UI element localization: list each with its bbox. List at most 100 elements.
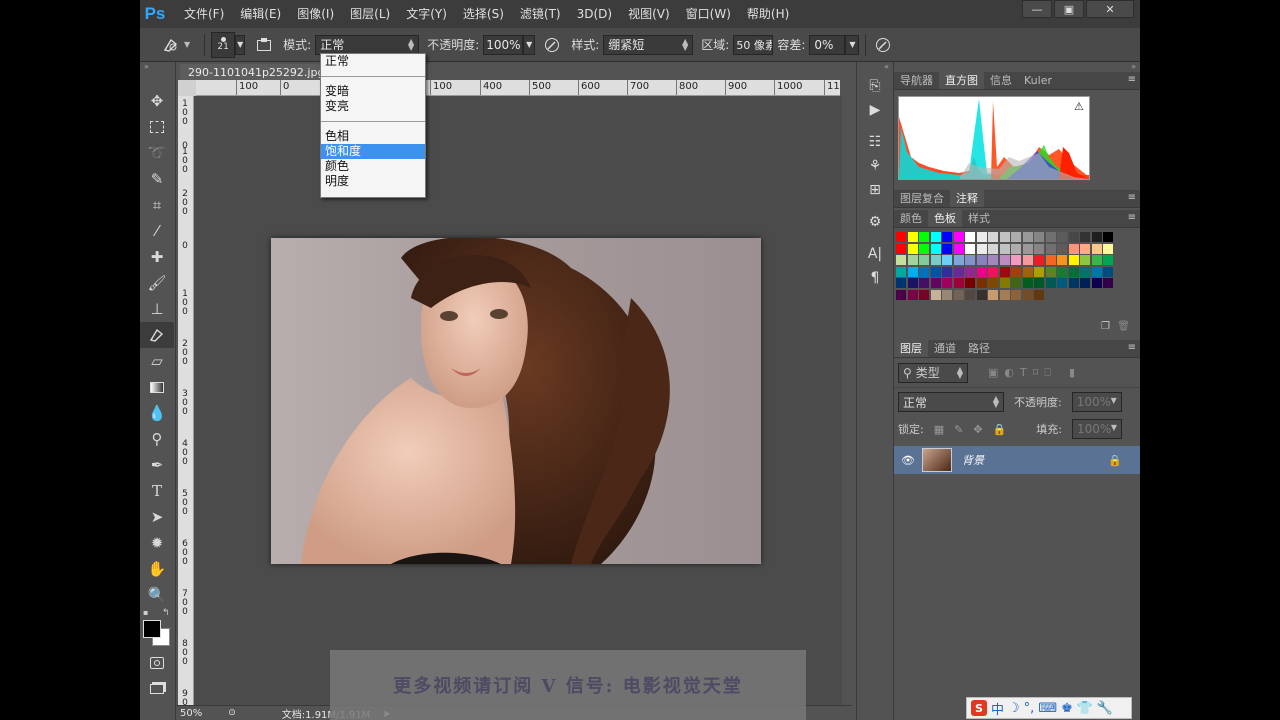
type-filter-icon[interactable]: T	[1020, 366, 1027, 379]
dodge-tool-icon[interactable]: ⚲	[140, 426, 174, 452]
color-swatch[interactable]	[930, 255, 941, 265]
panel-tab[interactable]: 样式	[962, 210, 996, 227]
minimize-button[interactable]: —	[1022, 0, 1052, 18]
color-swatch[interactable]	[919, 266, 929, 277]
layer-row-background[interactable]: 👁 背景 🔒	[894, 446, 1140, 474]
color-swatch[interactable]	[953, 289, 964, 300]
color-swatch[interactable]	[1011, 289, 1021, 300]
panel-tab[interactable]: 颜色	[894, 210, 928, 227]
blur-tool-icon[interactable]: 💧	[140, 400, 174, 426]
color-swatch[interactable]	[930, 266, 941, 277]
color-swatch[interactable]	[1045, 266, 1056, 277]
lock-position-icon[interactable]: ✥	[973, 423, 982, 436]
color-swatch[interactable]	[1068, 243, 1079, 254]
color-swatch[interactable]	[965, 289, 975, 300]
quick-mask-icon[interactable]	[140, 650, 174, 676]
color-swatch[interactable]	[1057, 243, 1067, 254]
color-swatch[interactable]	[1068, 232, 1079, 242]
brush-picker-arrow-icon[interactable]: ▼	[235, 34, 246, 55]
color-swatch[interactable]	[942, 232, 952, 242]
panel-tab[interactable]: 直方图	[939, 72, 984, 89]
mode-option[interactable]: 明度	[321, 174, 425, 189]
status-info-icon[interactable]: ⊙	[228, 708, 236, 718]
color-swatch[interactable]	[1022, 232, 1033, 242]
color-swatch[interactable]	[930, 289, 941, 300]
expand-dock-icon[interactable]: «	[857, 62, 893, 74]
style-select[interactable]: 绷紧短 ▲ ▼	[603, 34, 694, 55]
color-swatch[interactable]	[1011, 266, 1021, 277]
panel-tab[interactable]: 信息	[984, 72, 1018, 89]
color-swatch[interactable]	[1034, 266, 1044, 277]
layer-opacity-input[interactable]: 100% ▼	[1071, 392, 1122, 412]
color-swatch[interactable]	[1103, 266, 1113, 277]
ime-icon[interactable]: ♚	[1061, 701, 1073, 716]
color-swatch[interactable]	[999, 243, 1010, 254]
menu-4[interactable]: 文字(Y)	[398, 0, 455, 28]
brush-panel-toggle-icon[interactable]	[253, 34, 275, 56]
color-swatch[interactable]	[919, 255, 929, 265]
pressure-size-icon[interactable]	[872, 34, 894, 56]
color-swatch[interactable]	[919, 278, 929, 288]
color-swatch[interactable]	[1091, 232, 1102, 242]
color-swatch[interactable]	[930, 278, 941, 288]
opacity-arrow-icon[interactable]: ▼	[523, 34, 536, 55]
mode-option[interactable]: 颜色	[321, 159, 425, 174]
paragraph-panel-icon[interactable]: ¶	[857, 266, 893, 290]
pixel-filter-icon[interactable]: ▣	[988, 366, 998, 379]
color-swatch[interactable]	[1045, 232, 1056, 242]
color-swatch[interactable]	[1103, 255, 1113, 265]
panel-tab[interactable]: Kuler	[1018, 72, 1058, 89]
color-swatch[interactable]	[1080, 266, 1090, 277]
menu-6[interactable]: 滤镜(T)	[512, 0, 569, 28]
panel-tab[interactable]: 图层	[894, 340, 928, 357]
color-swatch[interactable]	[1091, 278, 1102, 288]
color-swatch[interactable]	[999, 266, 1010, 277]
color-swatch[interactable]	[919, 243, 929, 254]
color-swatch[interactable]	[976, 243, 987, 254]
spot-healing-brush-tool-icon[interactable]: ✚	[140, 244, 174, 270]
color-swatch[interactable]	[896, 255, 906, 265]
mode-option[interactable]: 变暗	[321, 84, 425, 99]
color-swatch[interactable]	[1080, 255, 1090, 265]
ime-icon[interactable]: ☽	[1008, 701, 1020, 716]
collapse-panels-icon[interactable]: »	[894, 62, 1140, 72]
color-swatch[interactable]	[1011, 255, 1021, 265]
color-swatch[interactable]	[988, 266, 998, 277]
color-swatch[interactable]	[953, 243, 964, 254]
color-swatch[interactable]	[965, 278, 975, 288]
color-swatch[interactable]	[999, 278, 1010, 288]
menu-10[interactable]: 帮助(H)	[739, 0, 797, 28]
cache-warning-icon[interactable]: ⚠	[1074, 100, 1084, 113]
color-swatch[interactable]	[896, 289, 906, 300]
color-swatch[interactable]	[965, 243, 975, 254]
eraser-tool-icon[interactable]: ▱	[140, 348, 174, 374]
clone-stamp-tool-icon[interactable]: ⊥	[140, 296, 174, 322]
fill-input[interactable]: 100% ▼	[1071, 419, 1122, 439]
color-swatch[interactable]	[907, 255, 918, 265]
color-swatch[interactable]	[1034, 289, 1044, 300]
color-swatch[interactable]	[942, 243, 952, 254]
panel-menu-icon[interactable]: ≡	[1128, 212, 1136, 223]
color-swatch[interactable]	[1011, 243, 1021, 254]
color-swatch[interactable]	[942, 255, 952, 265]
color-swatch[interactable]	[1080, 232, 1090, 242]
color-swatch[interactable]	[1034, 232, 1044, 242]
color-swatch[interactable]	[1034, 278, 1044, 288]
color-swatch[interactable]	[976, 255, 987, 265]
crop-tool-icon[interactable]: ⌗	[140, 192, 174, 218]
shape-filter-icon[interactable]: ⌑	[1033, 366, 1039, 379]
color-swatch[interactable]	[1057, 266, 1067, 277]
color-swatch[interactable]	[942, 266, 952, 277]
color-swatch[interactable]	[1011, 278, 1021, 288]
color-swatch[interactable]	[999, 232, 1010, 242]
menu-2[interactable]: 图像(I)	[289, 0, 342, 28]
panel-tab[interactable]: 注释	[950, 190, 984, 207]
tolerance-arrow-icon[interactable]: ▼	[845, 34, 860, 55]
foreground-color-icon[interactable]	[143, 620, 161, 638]
lasso-tool-icon[interactable]: ➰	[140, 140, 174, 166]
color-swatch[interactable]	[1068, 255, 1079, 265]
color-swatch[interactable]	[1022, 278, 1033, 288]
panel-menu-icon[interactable]: ≡	[1128, 74, 1136, 85]
menu-3[interactable]: 图层(L)	[342, 0, 398, 28]
panel-tab[interactable]: 通道	[928, 340, 962, 357]
